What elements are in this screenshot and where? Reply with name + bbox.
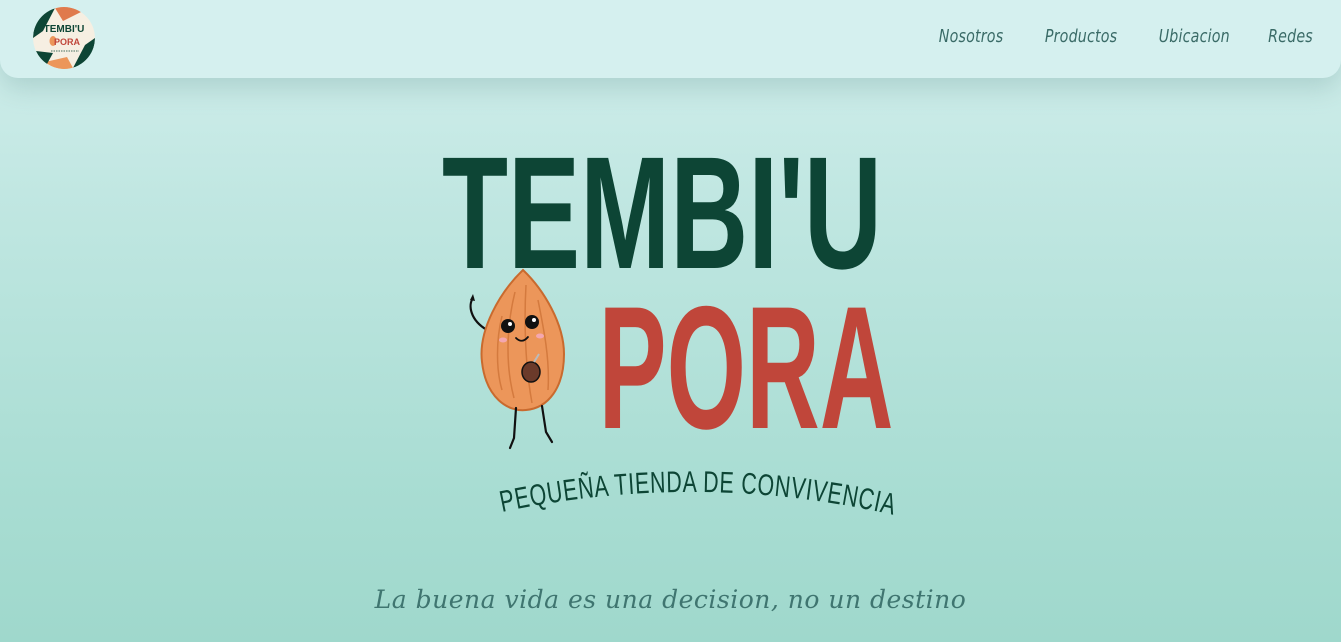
brand-subtitle-text: PEQUEÑA TIENDA DE CONVIVENCIA <box>497 466 899 522</box>
site-logo[interactable]: TEMBI'U PORA <box>33 7 95 69</box>
navbar: TEMBI'U PORA Nosotros Productos Ubicacio… <box>0 0 1341 78</box>
nav-link-redes[interactable]: Redes <box>1268 26 1313 47</box>
hero-logo: TEMBI'U PORA PEQUEÑA TIENDA DE CONVIVENC… <box>442 123 900 522</box>
nav-link-nosotros[interactable]: Nosotros <box>938 26 1003 47</box>
brand-subtitle: PEQUEÑA TIENDA DE CONVIVENCIA <box>497 466 900 522</box>
hero-tagline: La buena vida es una decision, no un des… <box>374 585 967 614</box>
logo-badge-icon: TEMBI'U PORA <box>33 7 95 69</box>
logo-text-line2: PORA <box>54 37 81 47</box>
nav-link-ubicacion[interactable]: Ubicacion <box>1159 26 1230 47</box>
logo-text-line1: TEMBI'U <box>44 24 85 35</box>
nav-link-productos[interactable]: Productos <box>1045 26 1117 47</box>
brand-title-line2: PORA <box>599 271 894 466</box>
main-nav: Nosotros Productos Ubicacion Redes <box>930 26 1313 47</box>
